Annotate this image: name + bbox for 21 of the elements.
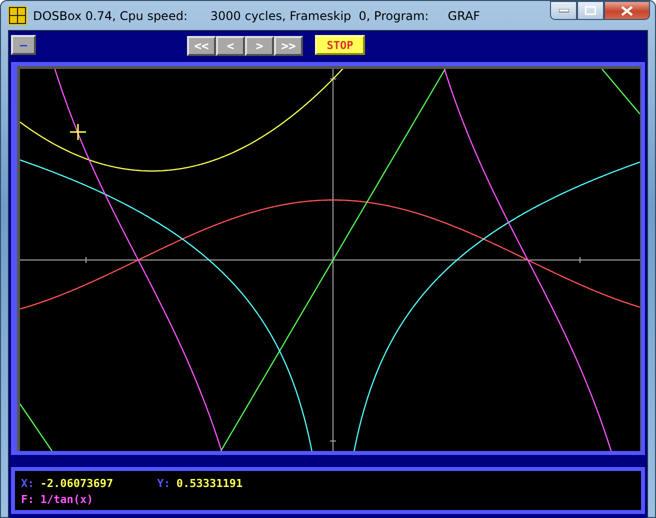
minimize-icon (558, 8, 568, 12)
rewind-fast-button[interactable]: << (187, 36, 216, 56)
close-icon (621, 6, 633, 16)
step-forward-button[interactable]: > (245, 36, 274, 56)
forward-fast-button[interactable]: >> (274, 36, 303, 56)
stop-button[interactable]: STOP (315, 35, 365, 55)
minimize-button[interactable] (550, 1, 577, 20)
maximize-button[interactable] (577, 1, 604, 20)
function-label: F: (21, 492, 34, 506)
window-title: DOSBox 0.74, Cpu speed: 3000 cycles, Frameskip 0, Program: GRAF (33, 8, 482, 22)
y-label: Y: (157, 476, 170, 490)
step-back-button[interactable]: < (216, 36, 245, 56)
y-value: 0.53331191 (176, 476, 243, 490)
maximize-icon (585, 6, 596, 15)
crosshair-cursor-icon (69, 123, 87, 141)
x-label: X: (21, 476, 34, 490)
x-value: -2.06073697 (40, 476, 114, 490)
menu-button[interactable]: – (11, 35, 36, 55)
close-button[interactable] (604, 1, 650, 20)
app-logo-icon (8, 6, 27, 25)
function-expression: 1/tan(x) (40, 492, 94, 506)
